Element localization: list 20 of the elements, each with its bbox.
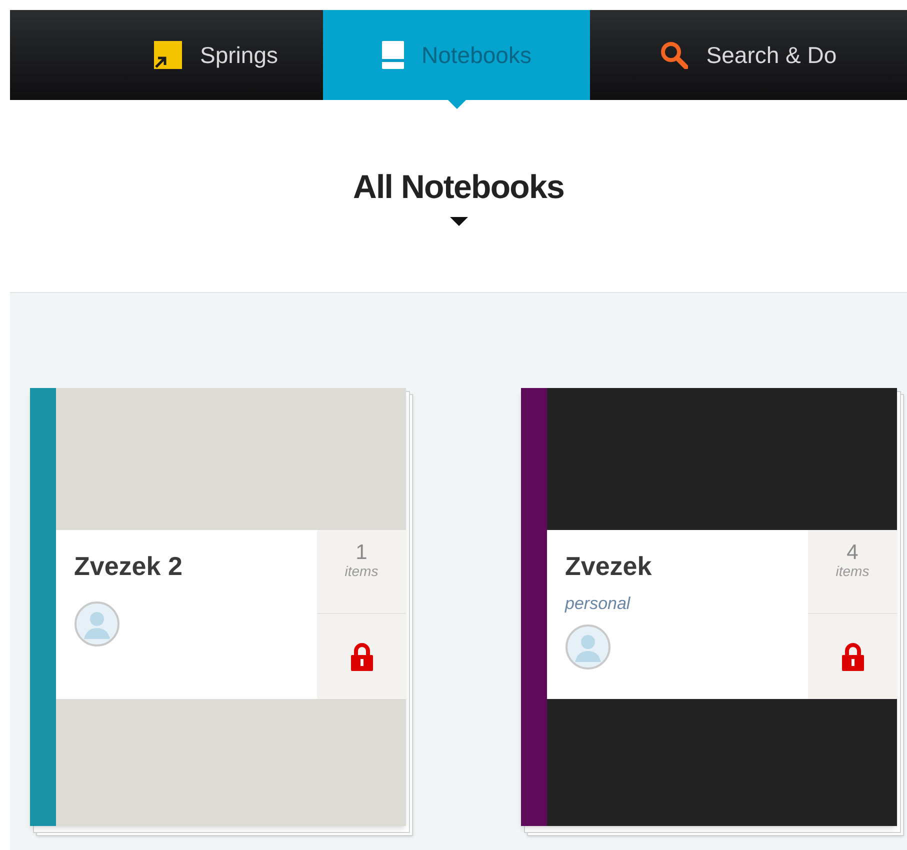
notebook-title[interactable]: Zvezek <box>565 550 652 582</box>
item-count: 4 <box>846 542 858 563</box>
notebook-card[interactable]: Zvezek 2 1 items <box>30 388 406 826</box>
notebook-card[interactable]: Zvezek personal 4 items <box>521 388 897 826</box>
nav-tab[interactable]: Springs <box>10 10 323 100</box>
notebook-icon <box>382 41 404 69</box>
avatar-icon <box>74 600 120 646</box>
lock-icon[interactable] <box>842 642 864 670</box>
search-icon <box>660 41 688 69</box>
lock-icon[interactable] <box>350 642 372 670</box>
item-count-label: items <box>344 563 378 580</box>
page-heading[interactable]: All Notebooks <box>352 170 564 203</box>
nav-tab[interactable]: Search & Do <box>590 10 907 100</box>
notebook-tag[interactable]: personal <box>565 590 630 616</box>
tab-pointer <box>448 100 466 109</box>
item-count: 1 <box>356 542 368 563</box>
caret-icon[interactable] <box>450 217 468 226</box>
avatar-icon <box>565 624 611 670</box>
notebook-title[interactable]: Zvezek 2 <box>74 550 182 582</box>
item-count-label: items <box>836 563 870 580</box>
